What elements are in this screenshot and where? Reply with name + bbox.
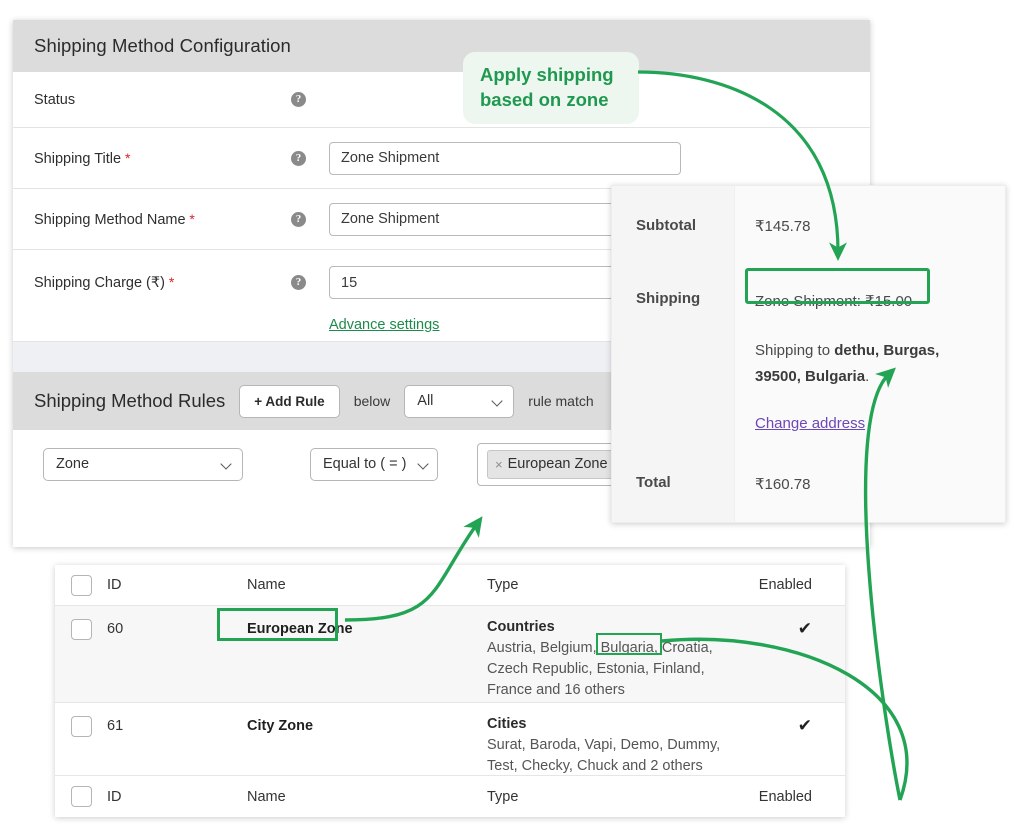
- help-icon[interactable]: ?: [291, 275, 306, 290]
- cart-subtotal-value: ₹145.78: [755, 218, 811, 235]
- cell-name: European Zone: [247, 621, 353, 637]
- table-row[interactable]: 61 City Zone Cities Surat, Baroda, Vapi,…: [55, 703, 845, 776]
- table-footer-row: ID Name Type Enabled: [55, 776, 845, 817]
- cell-enabled: ✔: [725, 619, 845, 702]
- row-select-cell: [55, 716, 107, 775]
- select-all-checkbox-footer[interactable]: [70, 786, 92, 807]
- required-asterisk: *: [164, 274, 175, 290]
- rule-attribute-value: Zone: [56, 456, 90, 472]
- cart-value-column: ₹145.78 Zone Shipment: ₹15.00 Shipping t…: [735, 186, 1005, 522]
- below-label: below: [353, 393, 391, 409]
- label-shipping-method-name: Shipping Method Name *: [34, 210, 195, 228]
- change-address-link[interactable]: Change address: [735, 415, 865, 432]
- rule-operator-select[interactable]: Equal to ( = ): [310, 447, 438, 481]
- toggle-knob: [307, 102, 326, 122]
- rule-operator-value: Equal to ( = ): [323, 456, 407, 472]
- advance-settings-link[interactable]: Advance settings: [329, 317, 439, 333]
- shipping-title-input[interactable]: [329, 141, 681, 175]
- card-header: Shipping Method Configuration: [13, 20, 870, 72]
- label-status: Status: [34, 91, 76, 108]
- form-row-status: Status ?: [13, 72, 870, 128]
- check-icon: ✔: [797, 619, 812, 638]
- shipping-address-note: Shipping to dethu, Burgas, 39500, Bulgar…: [735, 310, 1005, 390]
- row-checkbox[interactable]: [70, 619, 92, 640]
- rules-title: Shipping Method Rules: [34, 390, 226, 411]
- table-row[interactable]: 60 European Zone Countries Austria, Belg…: [55, 606, 845, 703]
- column-header-name: Name: [247, 577, 286, 593]
- select-all-cell: [55, 574, 107, 596]
- cell-id: 60: [107, 621, 124, 637]
- select-all-cell-footer: [55, 786, 107, 807]
- label-shipping-charge: Shipping Charge (₹) *: [34, 274, 175, 291]
- type-title: Countries: [487, 619, 555, 635]
- page-title: Shipping Method Configuration: [34, 35, 291, 56]
- screenshot-root: Shipping Method Configuration Status ? S…: [0, 0, 1024, 833]
- chevron-down-icon: [419, 459, 430, 470]
- callout-line-1: Apply shipping: [480, 64, 614, 85]
- required-asterisk: *: [185, 210, 195, 227]
- row-checkbox[interactable]: [70, 716, 92, 737]
- cell-type: Countries Austria, Belgium, Bulgaria, Cr…: [487, 619, 725, 702]
- row-select-cell: [55, 619, 107, 702]
- rule-match-select[interactable]: All: [404, 384, 515, 418]
- shipping-zones-table: ID Name Type Enabled 60 European Zone Co…: [55, 565, 845, 817]
- table-header-row: ID Name Type Enabled: [55, 565, 845, 606]
- shipping-note-prefix: Shipping to: [755, 342, 835, 359]
- add-rule-button[interactable]: + Add Rule: [239, 384, 340, 418]
- zone-chip[interactable]: × European Zone: [487, 449, 618, 479]
- required-asterisk: *: [121, 149, 131, 166]
- check-icon: ✔: [797, 716, 812, 735]
- cell-enabled: ✔: [725, 716, 845, 775]
- chevron-down-icon: [493, 396, 504, 407]
- cell-id: 61: [107, 718, 124, 734]
- cart-shipping-label: Shipping: [636, 290, 701, 307]
- shipping-note-suffix: .: [865, 368, 870, 385]
- select-all-checkbox[interactable]: [70, 574, 92, 596]
- cart-total-label: Total: [636, 474, 671, 491]
- shipping-title-wrap: [329, 141, 681, 175]
- help-icon[interactable]: ?: [291, 211, 306, 227]
- label-shipping-title: Shipping Title *: [34, 149, 131, 167]
- type-list: Austria, Belgium, Bulgaria, Croatia, Cze…: [487, 640, 713, 698]
- callout-line-2: based on zone: [480, 89, 609, 110]
- rule-match-select-value: All: [417, 393, 434, 409]
- cell-type: Cities Surat, Baroda, Vapi, Demo, Dummy,…: [487, 716, 725, 775]
- cart-totals-panel: Subtotal Shipping Total ₹145.78 Zone Shi…: [611, 185, 1006, 523]
- column-footer-name: Name: [247, 788, 286, 805]
- annotation-callout: Apply shipping based on zone: [463, 52, 639, 124]
- type-title: Cities: [487, 716, 527, 732]
- rule-attribute-select[interactable]: Zone: [43, 447, 243, 481]
- column-header-type: Type: [487, 577, 519, 593]
- chevron-down-icon: [222, 459, 233, 470]
- column-footer-enabled: Enabled: [758, 788, 812, 805]
- cart-label-column: Subtotal Shipping Total: [612, 186, 735, 522]
- rule-match-label: rule match: [528, 393, 594, 409]
- column-header-id: ID: [107, 577, 122, 593]
- cart-total-value: ₹160.78: [755, 476, 811, 493]
- cart-shipping-value: Zone Shipment: ₹15.00: [755, 293, 913, 310]
- cell-name: City Zone: [247, 718, 314, 734]
- column-footer-id: ID: [107, 788, 122, 805]
- chip-remove-icon[interactable]: ×: [495, 457, 503, 472]
- type-list: Surat, Baroda, Vapi, Demo, Dummy, Test, …: [487, 737, 721, 774]
- column-footer-type: Type: [487, 788, 519, 805]
- form-row-shipping-title: Shipping Title * ?: [13, 128, 870, 189]
- column-header-enabled: Enabled: [758, 577, 812, 593]
- help-icon[interactable]: ?: [291, 92, 306, 107]
- chip-label: European Zone: [507, 456, 608, 472]
- cart-subtotal-label: Subtotal: [636, 217, 696, 234]
- help-icon[interactable]: ?: [291, 150, 306, 166]
